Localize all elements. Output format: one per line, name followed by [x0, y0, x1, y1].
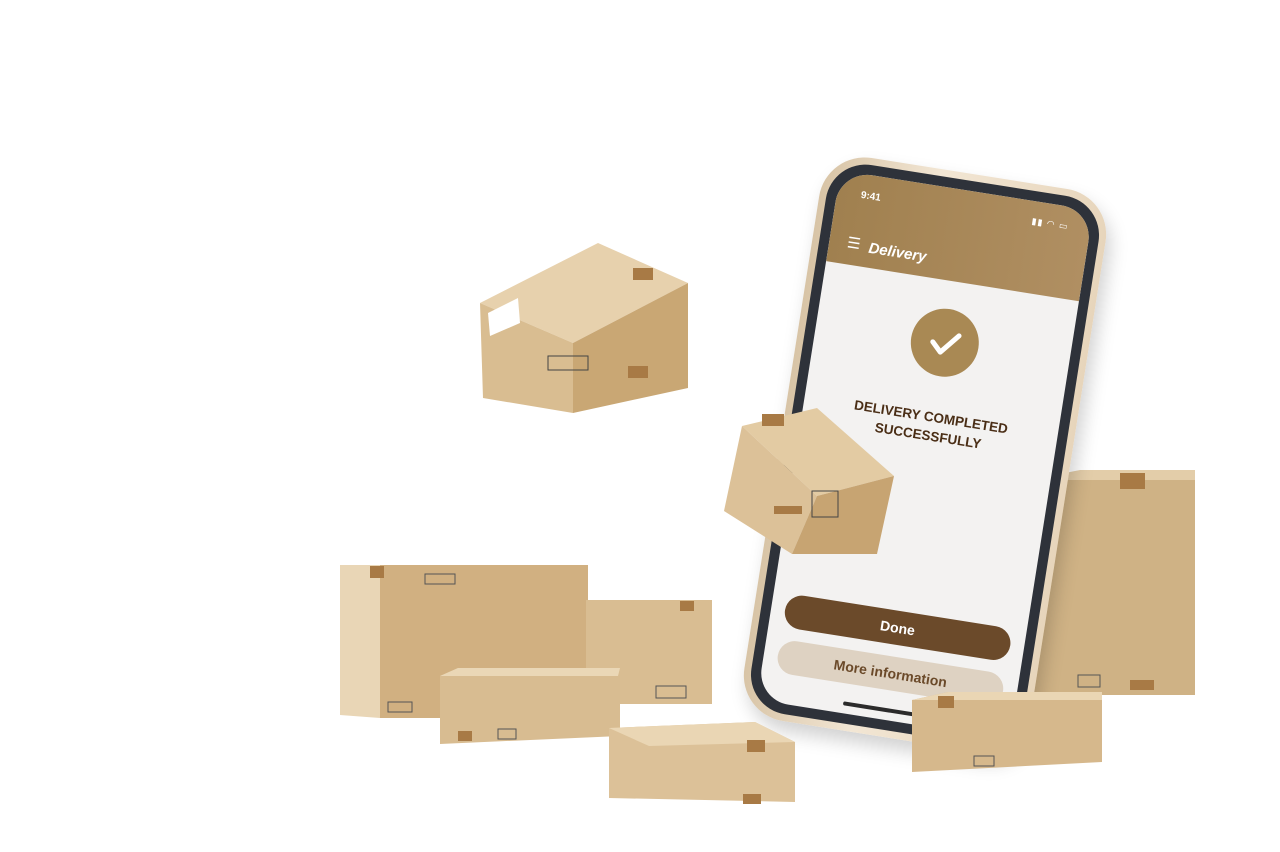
box-floating-top	[478, 238, 693, 418]
delivery-scene: 9:41 ▮▮ ◠ ▭ ☰ Delivery DELIVERY COMPLETE…	[0, 0, 1280, 852]
box-small-right	[908, 690, 1104, 774]
box-small-left	[438, 666, 620, 746]
status-time: 9:41	[859, 189, 882, 204]
box-floating-center	[722, 406, 897, 558]
header-title: Delivery	[867, 239, 928, 266]
menu-icon[interactable]: ☰	[846, 234, 862, 253]
status-icons: ▮▮ ◠ ▭	[1030, 215, 1070, 232]
check-icon	[905, 303, 984, 382]
box-small-bottom	[605, 720, 797, 806]
